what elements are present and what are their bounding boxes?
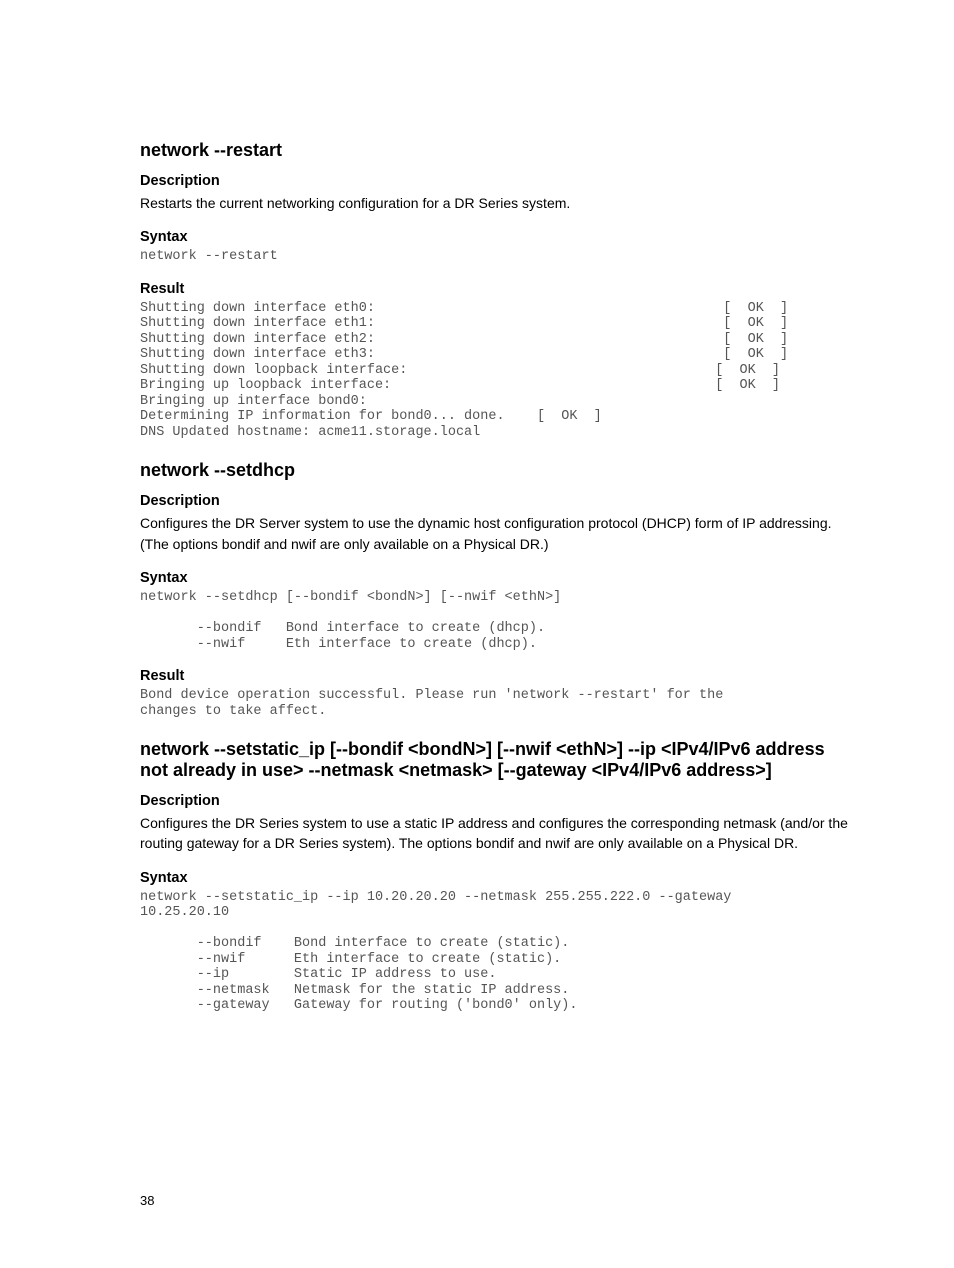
result-code: Shutting down interface eth0: [ OK ] Shu…	[140, 301, 854, 441]
section-title: network --setdhcp	[140, 460, 854, 481]
syntax-heading: Syntax	[140, 229, 854, 245]
syntax-code: network --setdhcp [--bondif <bondN>] [--…	[140, 590, 854, 652]
syntax-code: network --setstatic_ip --ip 10.20.20.20 …	[140, 890, 854, 1014]
description-heading: Description	[140, 493, 854, 509]
result-code: Bond device operation successful. Please…	[140, 688, 854, 719]
description-heading: Description	[140, 793, 854, 809]
result-heading: Result	[140, 668, 854, 684]
section-title: network --setstatic_ip [--bondif <bondN>…	[140, 739, 854, 781]
result-heading: Result	[140, 281, 854, 297]
description-text: Configures the DR Series system to use a…	[140, 813, 854, 854]
description-text: Configures the DR Server system to use t…	[140, 513, 854, 554]
syntax-heading: Syntax	[140, 570, 854, 586]
page-number: 38	[140, 1193, 154, 1208]
syntax-heading: Syntax	[140, 870, 854, 886]
description-text: Restarts the current networking configur…	[140, 193, 854, 213]
syntax-code: network --restart	[140, 249, 854, 265]
section-title: network --restart	[140, 140, 854, 161]
description-heading: Description	[140, 173, 854, 189]
